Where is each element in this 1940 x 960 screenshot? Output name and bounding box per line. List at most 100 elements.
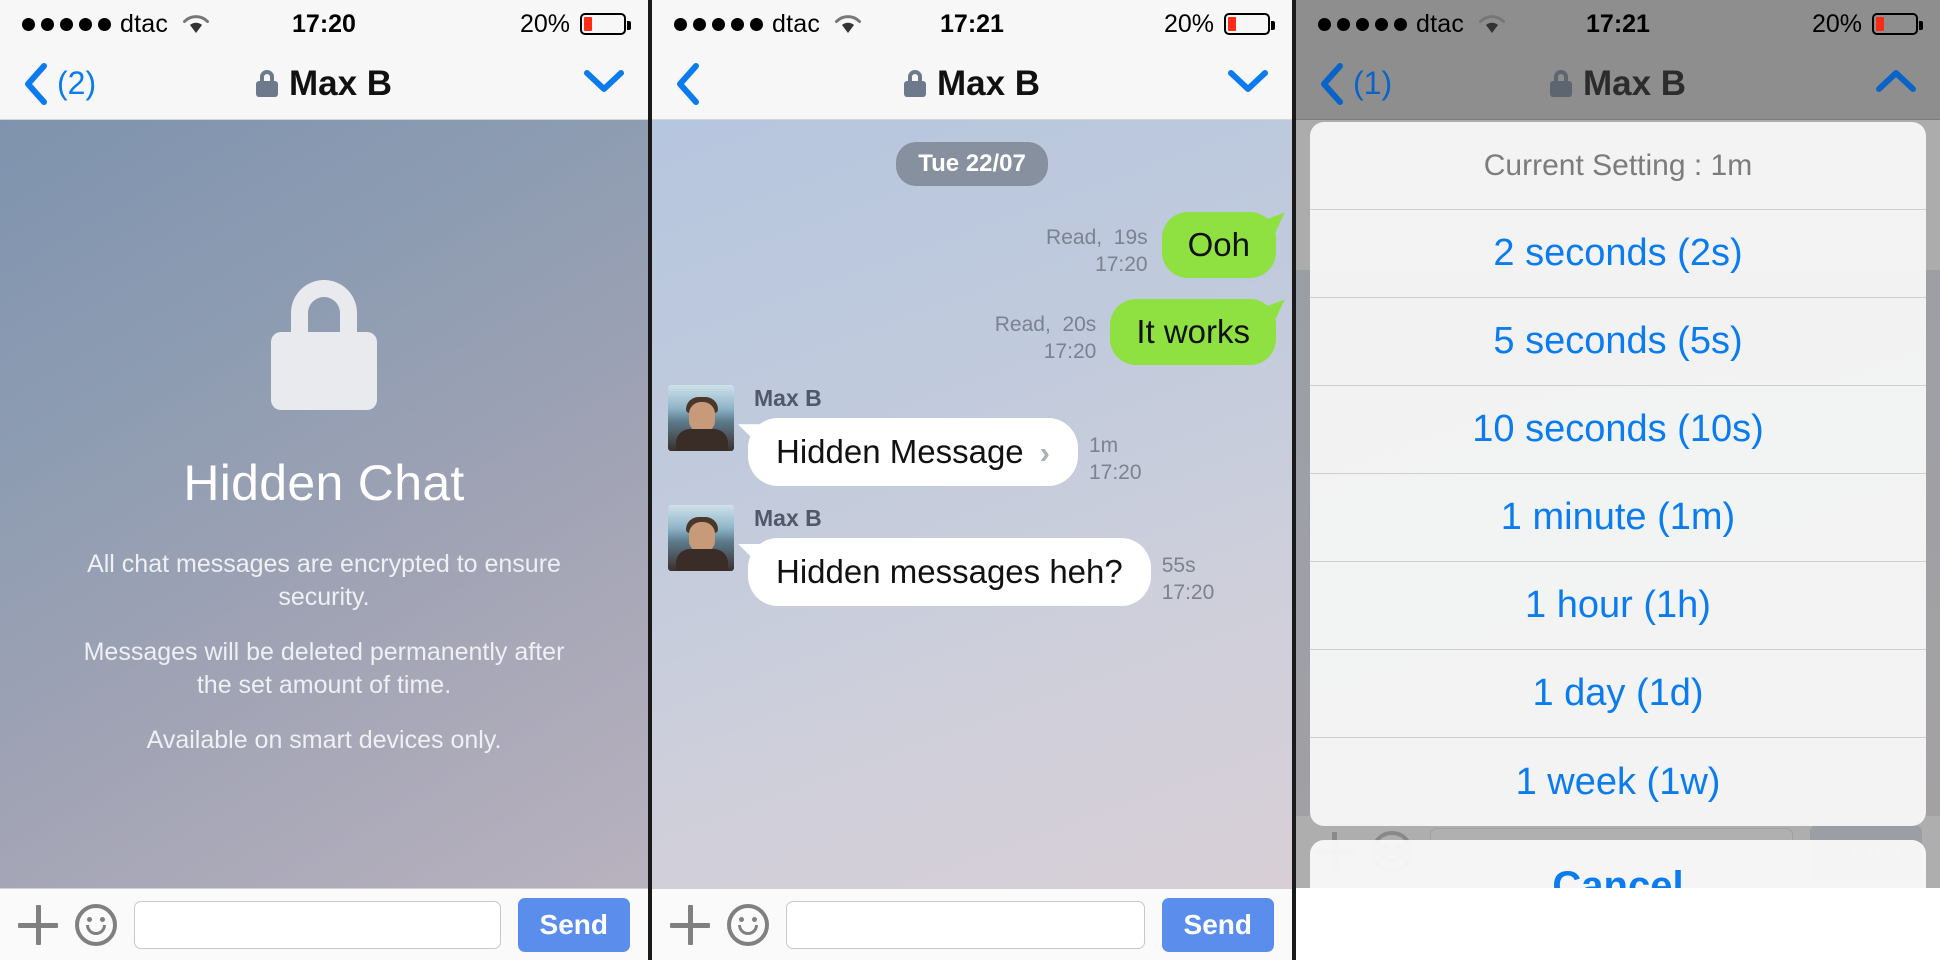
nav-bar-3: (1) Max B	[1296, 48, 1940, 120]
nav-title: Max B	[652, 64, 1292, 104]
back-count-label: (2)	[57, 65, 97, 101]
expand-toggle-button[interactable]	[1226, 67, 1270, 100]
message-meta: 1m 17:20	[1089, 418, 1142, 487]
chevron-up-icon	[1876, 70, 1916, 92]
chevron-down-icon	[584, 70, 624, 92]
status-right-2: 20%	[1163, 9, 1275, 39]
nav-title: Max B	[0, 64, 648, 104]
ttl-label: 55s	[1161, 553, 1196, 577]
nav-title-label: Max B	[288, 63, 393, 103]
incoming-column: Max B Hidden messages heh? 55s 17:20	[748, 505, 1214, 607]
plus-icon[interactable]	[18, 904, 58, 945]
timer-option-2s[interactable]: 2 seconds (2s)	[1310, 210, 1926, 298]
ttl-label: 20s	[1062, 312, 1097, 336]
message-text: Hidden Message	[776, 433, 1024, 471]
message-input[interactable]	[134, 900, 501, 949]
message-list: Tue 22/07 Read, 19s 17:20 Ooh Read, 20s …	[652, 120, 1292, 888]
status-bar-3: dtac 17:21 20%	[1296, 0, 1940, 48]
nav-bar-1: (2) Max B	[0, 48, 648, 120]
read-status: Read,	[1046, 226, 1103, 249]
read-status: Read,	[994, 312, 1051, 336]
message-row-incoming: Max B Hidden messages heh? 55s 17:20	[668, 504, 1276, 607]
chevron-right-icon: ›	[1039, 434, 1050, 470]
lock-icon	[1549, 70, 1572, 97]
carrier-label: dtac	[772, 9, 821, 38]
sender-name: Max B	[754, 504, 822, 531]
ttl-label: 19s	[1113, 226, 1148, 249]
smiley-icon[interactable]	[75, 903, 117, 946]
timer-option-1d[interactable]: 1 day (1d)	[1310, 650, 1926, 738]
message-meta: Read, 19s 17:20	[1046, 212, 1148, 279]
info-line-1: All chat messages are encrypted to ensur…	[87, 550, 561, 611]
info-line-2: Messages will be deleted permanently aft…	[83, 638, 565, 699]
status-left-1: dtac	[22, 10, 211, 39]
battery-icon	[580, 13, 631, 35]
info-line-3: Available on smart devices only.	[146, 726, 502, 754]
collapse-toggle-button[interactable]	[1874, 67, 1918, 100]
send-button[interactable]: Send	[1161, 897, 1274, 952]
battery-icon	[1224, 13, 1275, 35]
wifi-icon	[1479, 15, 1506, 33]
message-time: 17:20	[1043, 339, 1097, 363]
wifi-icon	[183, 15, 210, 33]
status-right-3: 20%	[1812, 10, 1923, 39]
lock-icon	[903, 70, 926, 97]
message-bubble[interactable]: Ooh	[1161, 212, 1276, 278]
battery-percent: 20%	[1163, 9, 1214, 38]
back-button[interactable]: (2)	[22, 62, 96, 106]
plus-icon[interactable]	[670, 904, 710, 945]
message-bubble[interactable]: Hidden messages heh?	[748, 537, 1151, 606]
chevron-left-icon	[1321, 62, 1343, 105]
three-panel-screenshot: dtac 17:20 20% (2) Max B Hidden Chat All…	[0, 0, 1940, 960]
expand-toggle-button[interactable]	[582, 67, 626, 100]
send-button[interactable]: Send	[517, 897, 630, 952]
lock-icon	[271, 280, 377, 410]
composer-bar-1: Send	[0, 888, 648, 960]
status-bar-1: dtac 17:20 20%	[0, 0, 648, 48]
avatar[interactable]	[668, 385, 734, 452]
back-count-label: (1)	[1353, 65, 1393, 101]
message-row-incoming: Max B Hidden Message › 1m 17:20	[668, 385, 1276, 487]
status-bar-2: dtac 17:21 20%	[652, 0, 1292, 48]
cancel-button[interactable]: Cancel	[1310, 840, 1926, 888]
wifi-icon	[835, 15, 862, 33]
back-button[interactable]: (1)	[1318, 62, 1392, 106]
status-left-2: dtac	[674, 10, 863, 39]
smiley-icon[interactable]	[727, 903, 769, 946]
chevron-left-icon	[677, 62, 699, 105]
nav-title-label: Max B	[936, 63, 1041, 103]
incoming-column: Max B Hidden Message › 1m 17:20	[748, 385, 1142, 487]
action-sheet: Current Setting : 1m 2 seconds (2s) 5 se…	[1310, 122, 1926, 888]
avatar[interactable]	[668, 504, 734, 571]
message-row-outgoing: Read, 19s 17:20 Ooh	[668, 212, 1276, 279]
signal-dots-icon	[674, 17, 763, 31]
battery-icon	[1872, 13, 1923, 35]
timer-option-1h[interactable]: 1 hour (1h)	[1310, 562, 1926, 650]
hidden-chat-info-panel: Hidden Chat All chat messages are encryp…	[0, 120, 648, 888]
status-left-3: dtac	[1318, 10, 1507, 39]
nav-title: Max B	[1296, 64, 1940, 104]
back-button[interactable]	[674, 62, 709, 106]
message-meta: 55s 17:20	[1162, 538, 1215, 607]
hidden-message-bubble[interactable]: Hidden Message ›	[748, 418, 1078, 487]
panel-timer-action-sheet: dtac 17:21 20% (1) Max B Current Setting…	[1296, 0, 1940, 960]
message-bubble[interactable]: It works	[1110, 298, 1276, 365]
timer-option-5s[interactable]: 5 seconds (5s)	[1310, 298, 1926, 386]
nav-title-label: Max B	[1582, 63, 1687, 103]
panel-chat-conversation: dtac 17:21 20% Max B Tue 22/07 Read, 19s…	[648, 0, 1296, 960]
message-text: Hidden messages heh?	[776, 552, 1123, 590]
message-input[interactable]	[786, 900, 1145, 949]
dimmed-backdrop[interactable]: Notifications Off Block Settings Send Cu…	[1296, 120, 1940, 888]
timer-option-1w[interactable]: 1 week (1w)	[1310, 738, 1926, 826]
message-meta: Read, 20s 17:20	[995, 299, 1097, 366]
page-title: Hidden Chat	[183, 455, 465, 511]
signal-dots-icon	[22, 17, 111, 31]
message-time: 17:20	[1095, 253, 1148, 277]
timer-option-10s[interactable]: 10 seconds (10s)	[1310, 386, 1926, 474]
incoming-line: Hidden Message › 1m 17:20	[748, 418, 1142, 487]
signal-dots-icon	[1318, 17, 1407, 31]
timer-option-1m[interactable]: 1 minute (1m)	[1310, 474, 1926, 562]
action-sheet-options: Current Setting : 1m 2 seconds (2s) 5 se…	[1310, 122, 1926, 826]
carrier-label: dtac	[120, 9, 169, 38]
current-setting-label: Current Setting : 1m	[1310, 122, 1926, 210]
